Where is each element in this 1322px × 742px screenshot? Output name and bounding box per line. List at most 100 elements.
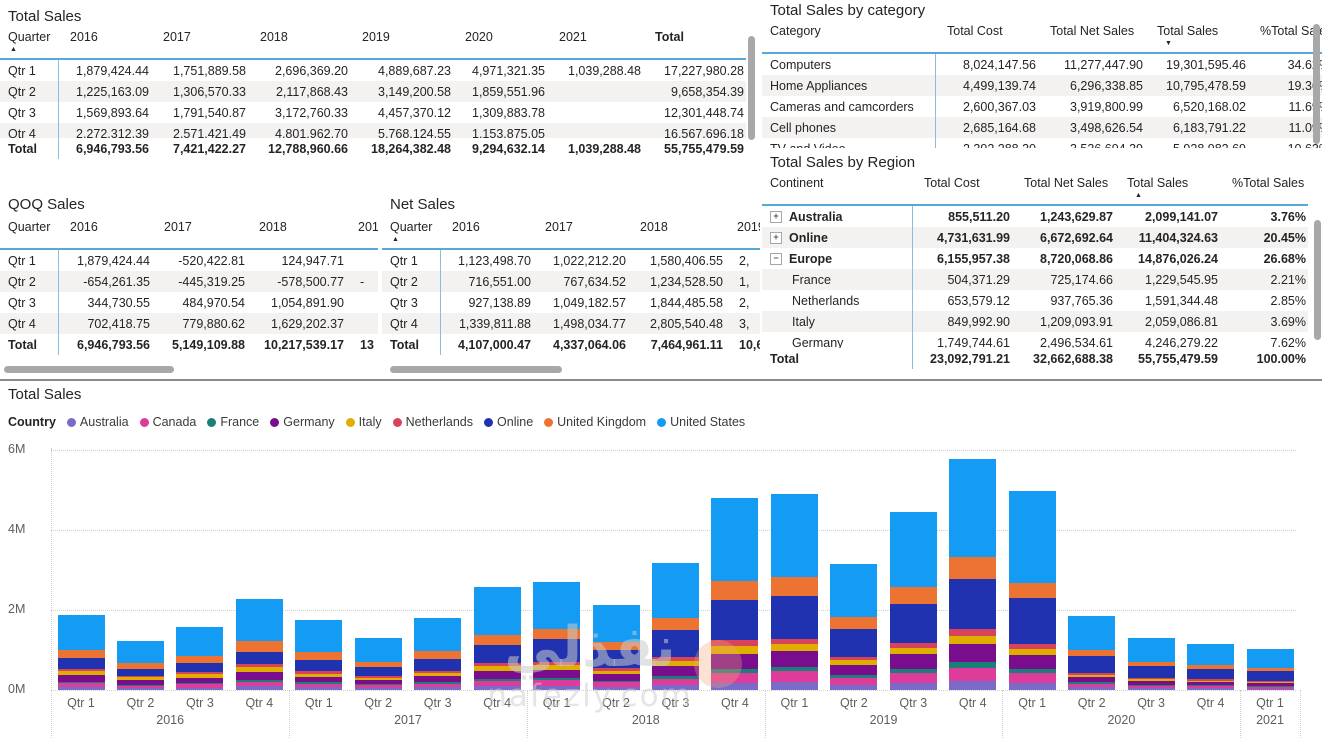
bar-segment[interactable] bbox=[533, 685, 581, 690]
bar-segment[interactable] bbox=[592, 673, 640, 681]
bar-segment[interactable] bbox=[652, 563, 699, 618]
table-row[interactable]: Qtr 3 344,730.55 484,970.54 1,054,891.90 bbox=[0, 292, 378, 313]
column-header[interactable]: Quarter ▲ bbox=[382, 220, 440, 248]
column-header[interactable]: 2018 bbox=[248, 30, 350, 58]
bar-segment[interactable] bbox=[949, 668, 997, 681]
table-total-row[interactable]: Total 6,946,793.56 5,149,109.88 10,217,539.… bbox=[0, 334, 378, 355]
bar-segment[interactable] bbox=[711, 580, 759, 600]
bar-segment[interactable] bbox=[770, 577, 818, 596]
bar-segment[interactable] bbox=[1008, 598, 1056, 645]
bar-segment[interactable] bbox=[176, 663, 224, 673]
bar-segment[interactable] bbox=[1187, 688, 1235, 690]
vertical-scrollbar[interactable] bbox=[1314, 220, 1321, 340]
table-row[interactable]: Qtr 1 1,879,424.44 -520,422.81 124,947.71 bbox=[0, 250, 378, 271]
bar-segment[interactable] bbox=[889, 587, 937, 605]
bar-segment[interactable] bbox=[414, 658, 462, 672]
bar-segment[interactable] bbox=[1068, 655, 1116, 673]
collapse-icon[interactable]: − bbox=[770, 252, 782, 265]
column-header[interactable]: Quarter bbox=[0, 220, 58, 248]
table-row[interactable]: Cameras and camcorders 2,600,367.03 3,919,… bbox=[762, 96, 1322, 117]
bar-segment[interactable] bbox=[354, 637, 402, 662]
bar-segment[interactable] bbox=[652, 665, 699, 676]
column-header[interactable]: 2017 bbox=[151, 30, 248, 58]
bar-segment[interactable] bbox=[711, 682, 759, 690]
bar-segment[interactable] bbox=[354, 687, 402, 690]
column-header[interactable]: %Total Sales bbox=[1248, 24, 1322, 52]
column-header[interactable]: 2019 bbox=[350, 30, 453, 58]
bar-segment[interactable] bbox=[176, 687, 224, 690]
column-header[interactable]: %Total Sales bbox=[1220, 176, 1308, 204]
vertical-scrollbar[interactable] bbox=[748, 36, 755, 140]
bar-segment[interactable] bbox=[235, 686, 283, 690]
column-header[interactable]: Total Cost bbox=[912, 176, 1012, 204]
bar-segment[interactable] bbox=[1008, 683, 1056, 690]
bar-segment[interactable] bbox=[473, 634, 521, 646]
stacked-bar[interactable] bbox=[830, 564, 878, 690]
bar-segment[interactable] bbox=[1127, 666, 1175, 679]
bar-segment[interactable] bbox=[116, 669, 164, 676]
bar-segment[interactable] bbox=[949, 459, 997, 557]
column-header[interactable]: Total Net Sales bbox=[1038, 24, 1145, 52]
column-header[interactable]: 2016 bbox=[58, 220, 152, 248]
bar-segment[interactable] bbox=[1187, 668, 1235, 680]
bar-segment[interactable] bbox=[533, 639, 581, 663]
bar-segment[interactable] bbox=[592, 686, 640, 690]
table-row[interactable]: Qtr 4 1,339,811.88 1,498,034.77 2,805,540.4… bbox=[382, 313, 760, 334]
bar-segment[interactable] bbox=[1008, 491, 1056, 583]
stacked-bar[interactable] bbox=[652, 563, 699, 690]
table-total-row[interactable]: Total 23,092,791.21 32,662,688.38 55,755,47… bbox=[762, 348, 1308, 369]
bar-segment[interactable] bbox=[949, 578, 997, 630]
bar-segment[interactable] bbox=[592, 650, 640, 668]
stacked-bar[interactable] bbox=[889, 511, 937, 690]
stacked-bar[interactable] bbox=[473, 587, 521, 690]
bar-segment[interactable] bbox=[235, 599, 283, 642]
stacked-bar[interactable] bbox=[414, 618, 462, 690]
column-header[interactable]: Total Cost bbox=[935, 24, 1038, 52]
bar-segment[interactable] bbox=[889, 654, 937, 669]
bar-segment[interactable] bbox=[235, 672, 283, 681]
bar-segment[interactable] bbox=[57, 658, 105, 669]
table-row[interactable]: Qtr 1 1,123,498.70 1,022,212.20 1,580,406.5… bbox=[382, 250, 760, 271]
bar-segment[interactable] bbox=[1187, 643, 1235, 666]
stacked-bar[interactable] bbox=[57, 614, 105, 690]
table-row[interactable]: Italy 849,992.90 1,209,093.91 2,059,086.81 3… bbox=[762, 311, 1308, 332]
column-header[interactable]: Total Net Sales bbox=[1012, 176, 1115, 204]
table-row[interactable]: Computers 8,024,147.56 11,277,447.90 19,301… bbox=[762, 54, 1322, 75]
column-header[interactable]: Category bbox=[762, 24, 935, 52]
table-row[interactable]: − Europe 6,155,957.38 8,720,068.86 14,876,02… bbox=[762, 248, 1308, 269]
column-header[interactable]: 2019 bbox=[346, 220, 378, 248]
stacked-bar[interactable] bbox=[1187, 643, 1235, 690]
expand-icon[interactable]: + bbox=[770, 231, 782, 244]
table-row[interactable]: Home Appliances 4,499,139.74 6,296,338.85 1… bbox=[762, 75, 1322, 96]
stacked-bar[interactable] bbox=[116, 640, 164, 690]
bar-segment[interactable] bbox=[652, 678, 699, 686]
table-row[interactable]: + Australia 855,511.20 1,243,629.87 2,099,14… bbox=[762, 206, 1308, 227]
bar-segment[interactable] bbox=[830, 629, 878, 657]
table-row[interactable]: Germany 1,749,744.61 2,496,534.61 4,246,279… bbox=[762, 332, 1308, 349]
horizontal-scrollbar[interactable] bbox=[4, 366, 174, 373]
table-row[interactable]: Qtr 1 1,879,424.44 1,751,889.58 2,696,369.2… bbox=[0, 60, 746, 81]
bar-segment[interactable] bbox=[57, 614, 105, 650]
bar-segment[interactable] bbox=[533, 582, 581, 629]
table-row[interactable]: Qtr 4 702,418.75 779,880.62 1,629,202.37 bbox=[0, 313, 378, 334]
column-header[interactable]: 2016 bbox=[440, 220, 533, 248]
bar-segment[interactable] bbox=[889, 604, 937, 644]
bar-segment[interactable] bbox=[533, 669, 581, 678]
stacked-bar[interactable] bbox=[1008, 491, 1056, 690]
column-header[interactable]: 2017 bbox=[533, 220, 628, 248]
bar-segment[interactable] bbox=[295, 652, 343, 660]
expand-icon[interactable]: + bbox=[770, 210, 782, 223]
stacked-bar[interactable] bbox=[711, 497, 759, 690]
bar-segment[interactable] bbox=[770, 650, 818, 667]
column-header[interactable]: 2019 bbox=[725, 220, 760, 248]
column-header[interactable]: Continent bbox=[762, 176, 912, 204]
stacked-bar[interactable] bbox=[592, 605, 640, 690]
bar-segment[interactable] bbox=[770, 644, 818, 651]
table-row[interactable]: Qtr 3 927,138.89 1,049,182.57 1,844,485.58 2… bbox=[382, 292, 760, 313]
table-row[interactable]: Qtr 3 1,569,893.64 1,791,540.87 3,172,760.3… bbox=[0, 102, 746, 123]
horizontal-scrollbar[interactable] bbox=[390, 366, 562, 373]
table-row[interactable]: + Online 4,731,631.99 6,672,692.64 11,404,32… bbox=[762, 227, 1308, 248]
bar-segment[interactable] bbox=[1246, 648, 1294, 668]
column-header[interactable]: 2017 bbox=[152, 220, 247, 248]
bar-segment[interactable] bbox=[1008, 582, 1056, 599]
